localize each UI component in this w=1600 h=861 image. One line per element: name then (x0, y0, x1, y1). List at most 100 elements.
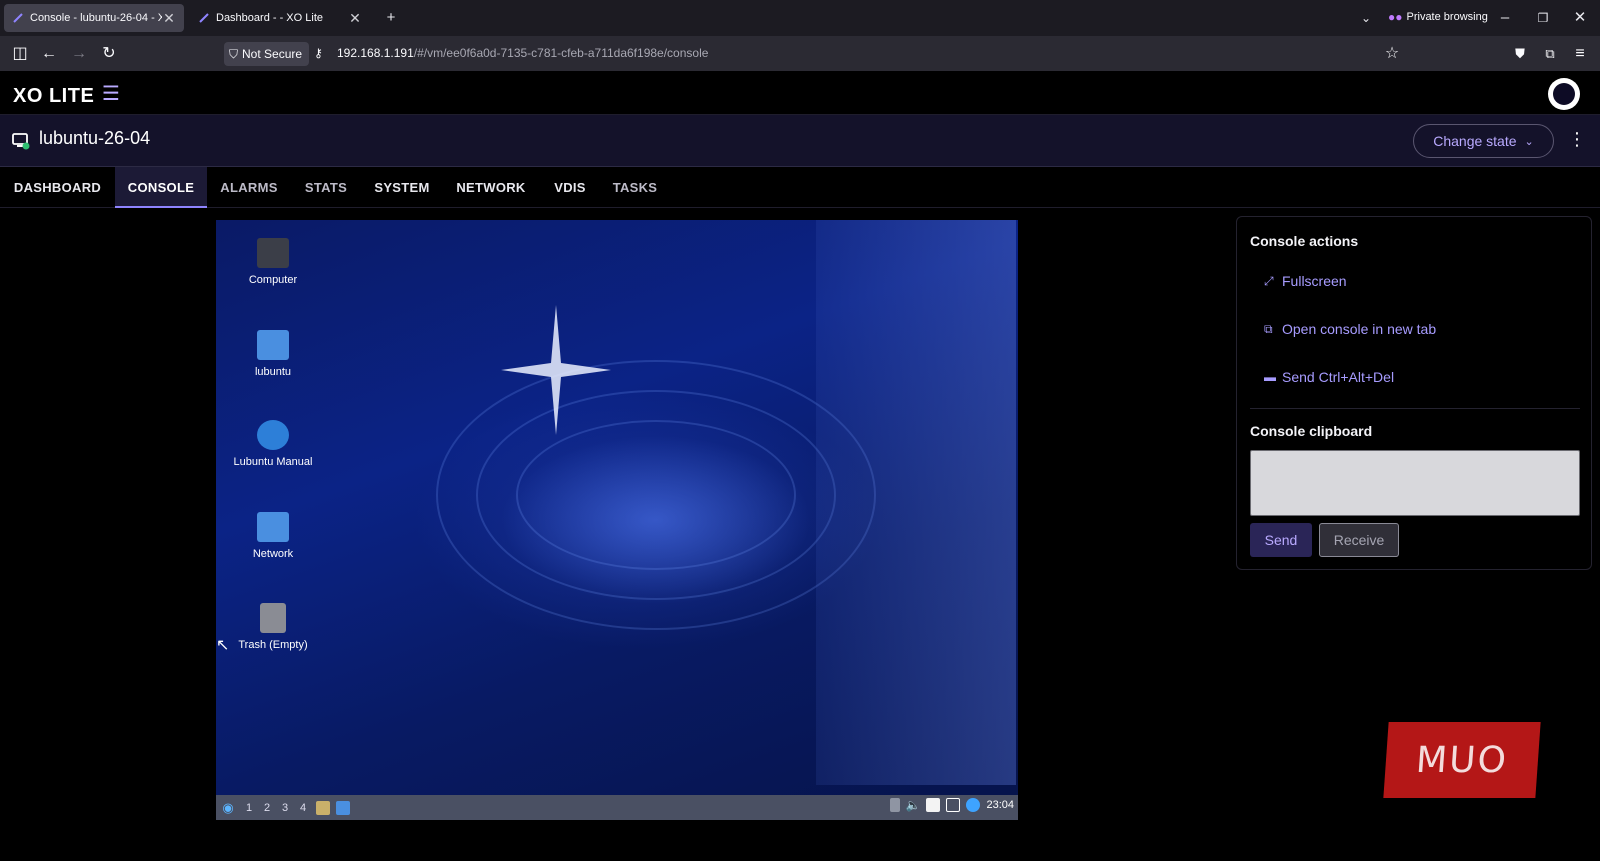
update-tray-icon[interactable] (966, 798, 981, 812)
xo-lite-logo[interactable]: XO LITE (13, 85, 94, 108)
receive-button[interactable]: Receive (1319, 523, 1399, 557)
browser-tab-console[interactable]: Console - lubuntu-26-04 - XO L ✕ (4, 4, 184, 32)
manual-book-icon (257, 420, 289, 450)
lubuntu-start-icon[interactable]: ◉ (216, 800, 240, 816)
key-icon[interactable]: ⚷ (314, 46, 323, 60)
tab-vdis[interactable]: VDIS (539, 167, 601, 208)
taskbar-clock[interactable]: 23:04 (986, 799, 1014, 811)
desktop-icon-network[interactable]: Network (218, 512, 328, 560)
desktop-icon-label: Network (252, 548, 294, 560)
more-options-icon[interactable]: ⋮ (1568, 129, 1586, 150)
user-avatar[interactable] (1548, 78, 1580, 110)
window-close-icon[interactable]: ✕ (1570, 8, 1590, 28)
muo-watermark-text: MUO (1414, 739, 1510, 781)
xo-favicon-icon (199, 13, 209, 23)
private-browsing-label: Private browsing (1406, 11, 1488, 23)
open-console-new-tab-link[interactable]: ⧉ Open console in new tab (1264, 321, 1436, 337)
tab-system[interactable]: SYSTEM (361, 167, 443, 208)
fullscreen-link[interactable]: ⤢ Fullscreen (1264, 273, 1347, 289)
clipboard-tray-icon[interactable] (926, 798, 941, 812)
tab-list-chevron-icon[interactable]: ⌄ (1356, 8, 1376, 28)
minimize-icon[interactable]: – (1495, 8, 1515, 28)
extensions-icon[interactable]: ⧉ (1540, 44, 1560, 64)
send-ctrl-alt-del-label: Send Ctrl+Alt+Del (1282, 369, 1395, 385)
desktop-icon-lubuntu-manual[interactable]: Lubuntu Manual (218, 420, 328, 468)
volume-icon[interactable]: 🔈 (906, 798, 921, 812)
browser-tab-title: Dashboard - - XO Lite (216, 12, 323, 24)
new-tab-icon[interactable]: + (381, 8, 401, 28)
desktop-icon-lubuntu[interactable]: lubuntu (218, 330, 328, 378)
desktop-icon-label: Computer (248, 274, 298, 286)
tab-network[interactable]: NETWORK (443, 167, 539, 208)
keyboard-tray-icon[interactable] (889, 798, 900, 812)
close-tab-icon[interactable]: ✕ (348, 10, 362, 27)
not-secure-label: Not Secure (242, 47, 303, 61)
tab-dashboard[interactable]: DASHBOARD (0, 167, 115, 208)
sidebar-toggle-icon[interactable]: ◫ (10, 44, 30, 64)
expand-icon: ⤢ (1264, 273, 1274, 288)
tab-alarms[interactable]: ALARMS (207, 167, 291, 208)
open-console-label: Open console in new tab (1282, 321, 1437, 337)
trash-icon (260, 603, 286, 633)
monitor-icon (257, 238, 289, 268)
app-header: XO LITE ☰ (0, 71, 1600, 115)
workspace-4[interactable]: 4 (294, 802, 312, 814)
change-state-label: Change state (1433, 133, 1517, 149)
mouse-cursor-icon: ↖ (216, 637, 230, 654)
lubuntu-taskbar: ◉ 1 2 3 4 🔈 23:04 (216, 795, 1018, 820)
private-mask-icon: ●● (1388, 10, 1403, 24)
close-tab-icon[interactable]: ✕ (162, 10, 176, 27)
clipboard-textarea[interactable] (1250, 450, 1580, 516)
file-manager-launcher-icon[interactable] (316, 800, 330, 815)
restore-icon[interactable]: ❐ (1533, 8, 1553, 28)
shield-icon[interactable]: ⛊ (1510, 44, 1530, 64)
console-clipboard-title: Console clipboard (1250, 423, 1373, 439)
address-bar[interactable]: 192.168.1.191/#/vm/ee0f6a0d-7135-c781-cf… (337, 46, 708, 60)
change-state-button[interactable]: Change state ⌄ (1413, 124, 1554, 158)
muo-watermark-logo: MUO (1383, 722, 1541, 798)
private-browsing-indicator: ●● Private browsing (1388, 10, 1488, 24)
browser-launcher-icon[interactable] (336, 800, 350, 815)
hamburger-menu-icon[interactable]: ☰ (102, 81, 120, 106)
browser-tabbar: Console - lubuntu-26-04 - XO L ✕ Dashboa… (0, 0, 1600, 36)
panel-divider (1250, 408, 1580, 409)
reload-icon[interactable]: ↻ (99, 44, 119, 64)
url-host: 192.168.1.191 (337, 46, 414, 60)
keyboard-icon: ▬ (1264, 370, 1276, 384)
system-tray: 🔈 23:04 (889, 798, 1014, 812)
vm-console-screen[interactable]: Computer lubuntu Lubuntu Manual Network … (216, 220, 1018, 820)
desktop-icon-label: lubuntu (254, 366, 292, 378)
desktop-icon-trash[interactable]: Trash (Empty) (218, 603, 328, 651)
shield-warning-icon: ⛉ (229, 46, 239, 61)
forward-arrow-icon[interactable]: → (69, 44, 89, 64)
display-tray-icon[interactable] (946, 798, 961, 812)
fullscreen-label: Fullscreen (1282, 273, 1347, 289)
desktop-icon-label: Lubuntu Manual (233, 456, 313, 468)
chevron-down-icon: ⌄ (1524, 135, 1534, 148)
desktop-icon-computer[interactable]: Computer (218, 238, 328, 286)
bookmark-star-icon[interactable]: ☆ (1382, 44, 1402, 64)
send-button[interactable]: Send (1250, 523, 1312, 557)
wallpaper-star (501, 305, 611, 435)
vm-running-icon (12, 133, 30, 150)
tab-stats[interactable]: STATS (291, 167, 361, 208)
network-folder-icon (257, 512, 289, 542)
browser-tab-dashboard[interactable]: Dashboard - - XO Lite ✕ (190, 4, 370, 32)
workspace-2[interactable]: 2 (258, 802, 276, 814)
send-ctrl-alt-del-link[interactable]: ▬ Send Ctrl+Alt+Del (1264, 369, 1394, 385)
tab-console[interactable]: CONSOLE (115, 167, 207, 208)
tab-tasks[interactable]: TASKS (601, 167, 669, 208)
workspace-3[interactable]: 3 (276, 802, 294, 814)
external-link-icon: ⧉ (1264, 321, 1273, 336)
not-secure-badge[interactable]: ⛉ Not Secure (224, 42, 310, 66)
back-arrow-icon[interactable]: ← (39, 44, 59, 64)
desktop-icon-label: Trash (Empty) (238, 639, 308, 651)
workspace-1[interactable]: 1 (240, 802, 258, 814)
app-menu-icon[interactable]: ≡ (1570, 44, 1590, 64)
browser-tab-title: Console - lubuntu-26-04 - XO L (30, 12, 162, 24)
vm-name: lubuntu-26-04 (39, 128, 151, 148)
home-folder-icon (257, 330, 289, 360)
wallpaper-tree (816, 220, 1016, 785)
url-path: /#/vm/ee0f6a0d-7135-c781-cfeb-a711da6f19… (413, 46, 709, 60)
console-side-panel: Console actions ⤢ Fullscreen ⧉ Open cons… (1236, 216, 1592, 570)
